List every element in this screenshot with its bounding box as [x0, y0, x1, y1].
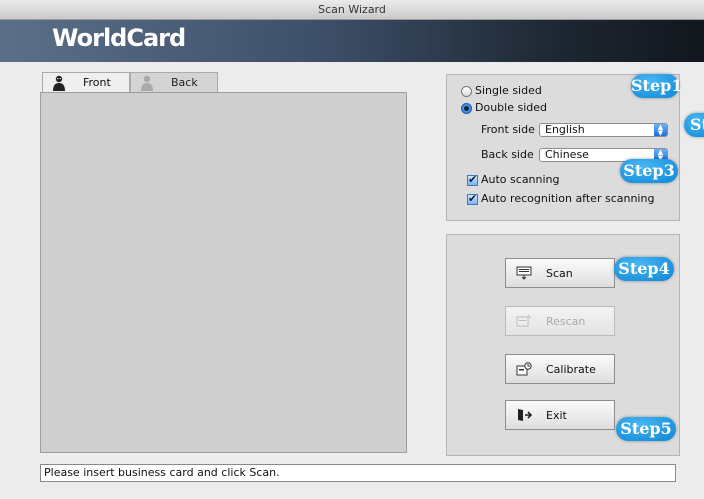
auto-recognition-checkbox[interactable]	[467, 192, 478, 205]
person-light-icon	[141, 75, 153, 91]
back-side-value: Chinese	[545, 148, 589, 161]
worldcard-logo: WorldCard	[52, 24, 186, 52]
exit-button-label: Exit	[546, 409, 567, 422]
double-sided-radio[interactable]	[461, 103, 472, 114]
rescan-button[interactable]: Rescan	[505, 306, 615, 336]
step3-badge: Step3	[620, 159, 678, 183]
single-sided-radio[interactable]	[461, 86, 472, 97]
tab-back[interactable]: Back	[130, 72, 218, 92]
step1-badge: Step1	[631, 74, 682, 98]
front-side-value: English	[545, 123, 585, 136]
auto-scanning-label: Auto scanning	[481, 173, 560, 186]
scanner-icon	[516, 266, 532, 280]
calibrate-button[interactable]: Calibrate	[505, 354, 615, 384]
tab-back-label: Back	[171, 76, 198, 89]
calibrate-button-label: Calibrate	[546, 363, 596, 376]
exit-door-icon	[518, 409, 532, 421]
rescan-button-label: Rescan	[546, 315, 586, 328]
auto-scanning-checkbox[interactable]	[467, 173, 478, 186]
scan-button-label: Scan	[546, 267, 573, 280]
header-banner: WorldCard	[0, 20, 704, 62]
step4-badge: Step4	[614, 257, 674, 281]
double-sided-label: Double sided	[475, 101, 547, 114]
step2-badge: St	[684, 113, 704, 137]
step5-badge: Step5	[616, 417, 676, 441]
card-preview-area	[40, 92, 407, 453]
calibrate-icon	[516, 362, 532, 376]
auto-recognition-label: Auto recognition after scanning	[481, 192, 655, 205]
scan-button[interactable]: Scan	[505, 258, 615, 288]
single-sided-label: Single sided	[475, 84, 542, 97]
back-side-label: Back side	[481, 148, 534, 161]
window-title: Scan Wizard	[0, 0, 704, 20]
exit-button[interactable]: Exit	[505, 400, 615, 430]
person-dark-icon	[53, 75, 65, 91]
select-arrows-icon: ▲ ▼	[654, 124, 667, 137]
tab-front[interactable]: Front	[42, 72, 130, 92]
front-side-label: Front side	[481, 123, 535, 136]
front-side-select[interactable]: English ▲ ▼	[539, 123, 668, 137]
status-message: Please insert business card and click Sc…	[40, 464, 676, 482]
rescan-icon	[516, 314, 532, 327]
tab-front-label: Front	[83, 76, 111, 89]
